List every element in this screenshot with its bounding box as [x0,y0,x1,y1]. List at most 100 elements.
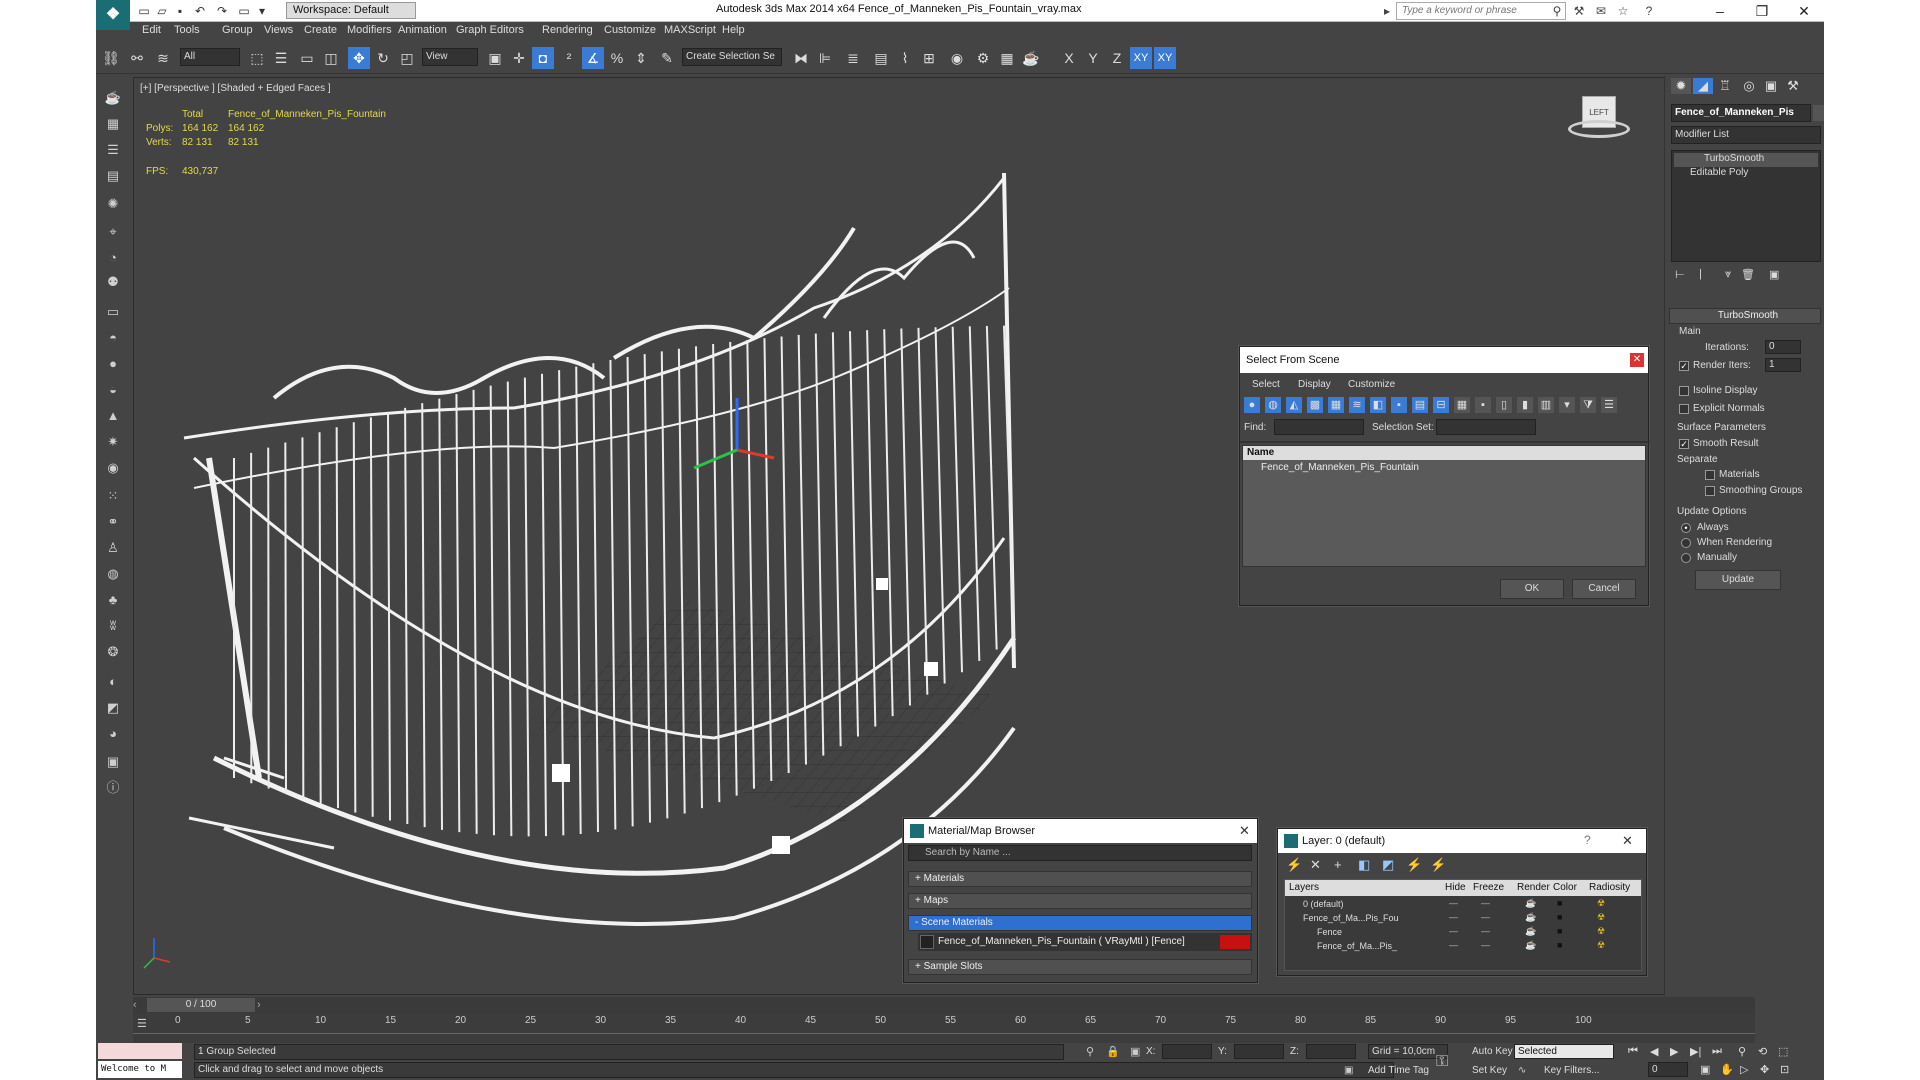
teapot-icon[interactable]: ☕ [102,88,124,108]
scene-material-item[interactable]: Fence_of_Manneken_Pis_Fountain ( VRayMtl… [918,933,1252,951]
x-coord-field[interactable] [1162,1044,1212,1059]
display-tab-icon[interactable]: ▣ [1761,78,1781,94]
zoom-icon[interactable]: ⚲ [1738,1045,1746,1058]
iterations-spinner[interactable]: 0 [1765,340,1801,354]
menu-animation[interactable]: Animation [398,24,447,36]
next-frame-icon[interactable]: ▶| [1690,1045,1701,1058]
rectangular-selection-icon[interactable]: ▭ [296,47,318,69]
cancel-button[interactable]: Cancel [1572,579,1636,599]
orbit-icon[interactable]: ⟲ [1758,1045,1767,1058]
scene-object-item[interactable]: Fence_of_Manneken_Pis_Fountain [1243,460,1645,476]
selection-lock-icon[interactable]: 🔒 [1106,1045,1120,1058]
layer-color-icon[interactable]: ■ [1557,912,1562,922]
absolute-mode-icon[interactable]: ▣ [1130,1045,1140,1058]
always-radio[interactable]: • [1681,523,1691,533]
object-color-swatch[interactable] [1813,105,1824,121]
layer-column-color[interactable]: Color [1553,882,1577,893]
spinner-snap-icon[interactable]: ⇕ [630,47,652,69]
close-window-icon[interactable]: ✕ [1784,0,1824,22]
layer-color-icon[interactable]: ■ [1557,898,1562,908]
plane-icon[interactable]: ◓ [102,328,124,348]
delete-layer-icon[interactable]: ✕ [1310,857,1321,873]
layer-row-name[interactable]: Fence [1317,927,1342,937]
select-filter-display-none-icon[interactable]: ▪ [1475,397,1491,413]
menu-modifiers[interactable]: Modifiers [347,24,392,36]
layer-column-render[interactable]: Render [1517,882,1550,893]
stack-item-turbosmooth[interactable]: TurboSmooth [1674,153,1818,167]
layer-freeze-icon[interactable]: — [1481,912,1490,922]
workspace-dropdown[interactable]: Workspace: Default [286,2,416,19]
mirror-icon[interactable]: ⧓ [790,47,812,69]
set-key-button[interactable]: Set Key [1472,1065,1507,1076]
select-filter-lights-icon[interactable]: ◭ [1286,397,1302,413]
select-by-name-icon[interactable]: ☰ [270,47,292,69]
window-crossing-icon[interactable]: ◫ [320,47,342,69]
ok-button[interactable]: OK [1500,579,1564,599]
layer-radiosity-icon[interactable]: ☢ [1597,940,1605,951]
maxscript-listener-pink[interactable] [98,1043,182,1059]
material-browser-title[interactable]: Material/Map Browser [904,819,1257,843]
select-rotate-icon[interactable]: ↻ [372,47,394,69]
shape-sphere-icon[interactable]: ◐ [102,672,124,692]
reference-coordinate-dropdown[interactable]: View [422,48,478,66]
select-filter-bones-icon[interactable]: ▤ [1412,397,1428,413]
turbosmooth-rollout-header[interactable]: TurboSmooth [1669,308,1821,324]
select-filter-geometry-icon[interactable]: ● [1244,397,1260,413]
select-filter-cameras-icon[interactable]: ▩ [1307,397,1323,413]
layer-hide-icon[interactable]: — [1449,926,1458,936]
more-icon[interactable]: ▾ [254,2,270,20]
edit-named-selection-icon[interactable]: ✎ [656,47,678,69]
layer-dialog-close-icon[interactable]: ✕ [1622,833,1633,849]
list-icon[interactable]: ☰ [102,140,124,160]
keyboard-shortcut-override-icon[interactable]: ◘ [532,47,554,69]
current-frame-field[interactable]: 0 [1648,1062,1688,1077]
cone-icon[interactable]: ▲ [102,406,124,426]
layer-hide-icon[interactable]: — [1449,912,1458,922]
select-dialog-close-icon[interactable]: ✕ [1630,353,1644,367]
layer-dialog-help-icon[interactable]: ? [1584,833,1591,847]
menu-graph-editors[interactable]: Graph Editors [456,24,524,36]
material-editor-icon[interactable]: ◉ [946,47,968,69]
selection-filter-dropdown[interactable]: All [180,48,240,66]
menu-tools[interactable]: Tools [174,24,200,36]
menu-group[interactable]: Group [222,24,253,36]
camera-icon[interactable]: ◔ [102,248,124,268]
project-folder-icon[interactable]: ▭ [236,2,252,20]
maximize-icon[interactable]: ❐ [1742,0,1782,22]
isolate-selection-icon[interactable]: ⚲ [1086,1045,1094,1058]
layer-freeze-icon[interactable]: — [1481,940,1490,950]
rendered-frame-window-icon[interactable]: ▦ [996,47,1018,69]
previous-frame-icon[interactable]: ◀ [1650,1045,1658,1058]
layer-row[interactable]: Fence — — ☕ ■ ☢ [1285,926,1641,940]
key-mode-dropdown[interactable]: Selected [1514,1044,1614,1059]
manually-radio[interactable] [1681,553,1691,563]
select-filter-sort-icon[interactable]: ▮ [1517,397,1533,413]
select-filter-space-warps-icon[interactable]: ≋ [1349,397,1365,413]
layer-column-radiosity[interactable]: Radiosity [1589,882,1630,893]
select-dialog-title[interactable]: Select From Scene [1240,347,1648,373]
disk-icon[interactable]: ◉ [102,458,124,478]
time-next-icon[interactable]: › [257,999,269,1011]
layer-row[interactable]: 0 (default) — — ☕ ■ ☢ [1285,898,1641,912]
layer-color-icon[interactable]: ■ [1557,940,1562,950]
selection-set-dropdown[interactable] [1436,419,1536,435]
curve-editor-icon[interactable]: ⌇ [894,47,916,69]
menu-views[interactable]: Views [264,24,293,36]
menu-maxscript[interactable]: MAXScript [664,24,716,36]
minimize-icon[interactable]: – [1700,0,1740,22]
y-coord-field[interactable] [1234,1044,1284,1059]
layer-row-name[interactable]: Fence_of_Ma...Pis_Fou [1303,913,1399,923]
hide-all-icon[interactable]: ⚡ [1430,857,1446,873]
axis-z-button[interactable]: Z [1106,47,1128,69]
align-icon[interactable]: ⊫ [814,47,836,69]
link-icon[interactable]: ⛓ [100,47,122,69]
time-slider-thumb[interactable]: 0 / 100 [147,998,255,1012]
play-icon[interactable]: ▶ [1670,1045,1678,1058]
hemisphere-icon[interactable]: ◒ [102,380,124,400]
select-filter-groups-icon[interactable]: ◧ [1370,397,1386,413]
material-icon[interactable]: ◕ [102,724,124,744]
sun-icon[interactable]: ✷ [102,432,124,452]
smoothing-groups-checkbox[interactable] [1705,486,1715,496]
hierarchy-tab-icon[interactable]: ♖ [1715,78,1735,94]
unlink-icon[interactable]: ⚯ [126,47,148,69]
